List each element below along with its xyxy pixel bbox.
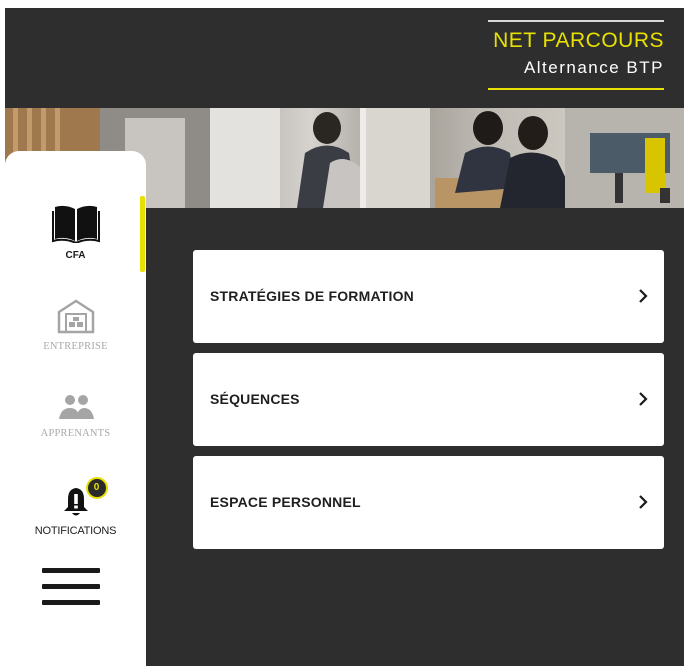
sidebar-item-label: CFA	[65, 250, 86, 261]
warehouse-icon	[56, 298, 96, 339]
sidebar-item-label: NOTIFICATIONS	[34, 525, 117, 537]
notification-count-badge: 0	[85, 477, 108, 499]
sidebar-item-label: APPRENANTS	[40, 428, 111, 439]
app-window: NET PARCOURS Alternance BTP CFA ENTREPRI…	[5, 8, 684, 666]
menu-item-sequences[interactable]: SÉQUENCES	[193, 353, 664, 446]
sidebar-item-apprenants[interactable]: APPRENANTS	[5, 393, 146, 439]
sidebar-item-cfa[interactable]: CFA	[5, 203, 146, 261]
menu-item-label: STRATÉGIES DE FORMATION	[210, 288, 414, 304]
header: NET PARCOURS Alternance BTP	[5, 8, 684, 108]
chevron-right-icon	[639, 392, 648, 406]
users-icon	[56, 393, 96, 426]
hamburger-menu-icon[interactable]	[42, 568, 100, 608]
brand-subtitle: Alternance BTP	[523, 58, 664, 77]
sidebar-item-label: ENTREPRISE	[43, 341, 108, 352]
sidebar-item-entreprise[interactable]: ENTREPRISE	[5, 298, 146, 352]
open-book-icon	[51, 203, 101, 248]
brand-bottom-rule	[488, 88, 664, 90]
menu-item-label: SÉQUENCES	[210, 391, 300, 407]
brand-title: NET PARCOURS	[493, 29, 664, 52]
chevron-right-icon	[639, 289, 648, 303]
menu-item-espace-personnel[interactable]: ESPACE PERSONNEL	[193, 456, 664, 549]
brand-logo: NET PARCOURS Alternance BTP	[488, 20, 664, 90]
chevron-right-icon	[639, 495, 648, 509]
menu-item-strategies[interactable]: STRATÉGIES DE FORMATION	[193, 250, 664, 343]
brand-top-rule	[488, 20, 664, 22]
sidebar-item-notifications[interactable]: 0 NOTIFICATIONS	[5, 477, 146, 537]
menu-item-label: ESPACE PERSONNEL	[210, 494, 361, 510]
bell-icon: 0	[61, 477, 108, 523]
